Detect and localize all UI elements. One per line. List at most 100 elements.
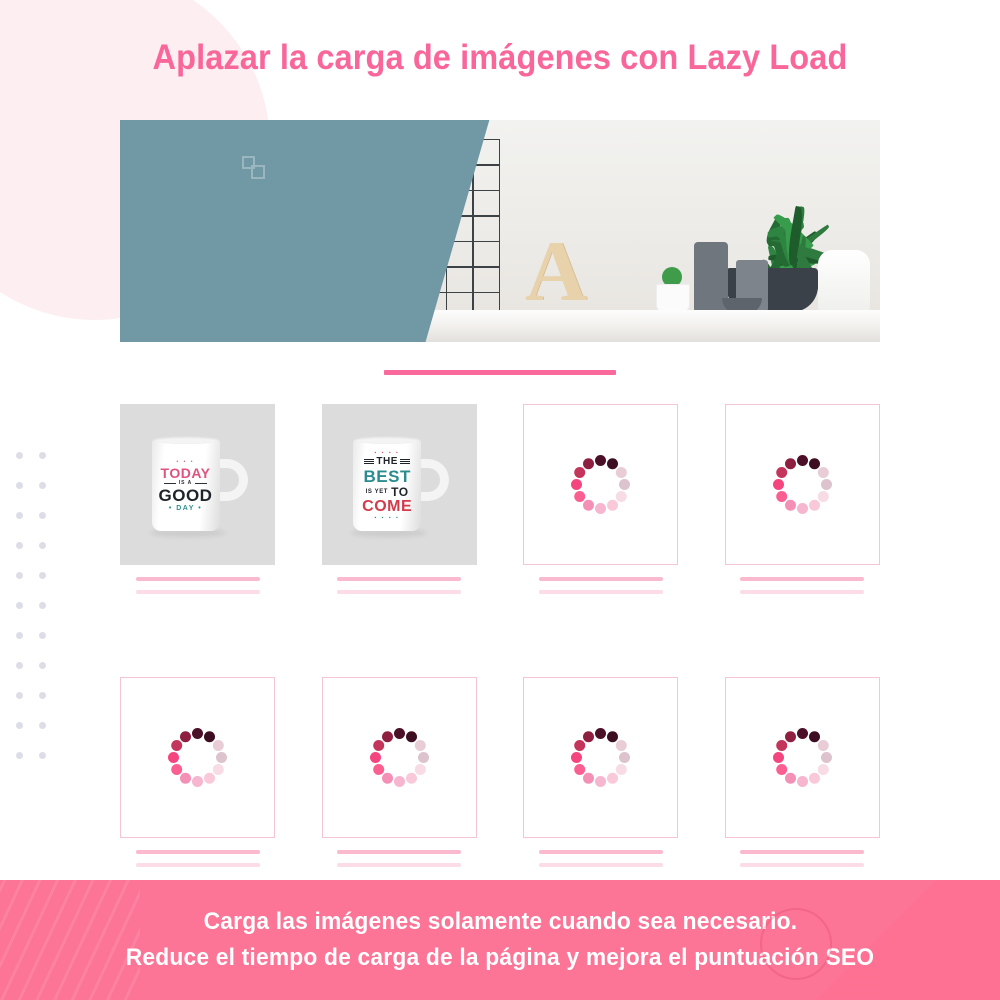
spinner-dot — [776, 740, 788, 751]
product-caption-placeholder — [120, 838, 275, 867]
caption-bar-primary — [337, 850, 462, 854]
spinner-dot — [192, 728, 203, 739]
spinner-dot — [817, 491, 829, 502]
mug-print: ▪ ▪ ▪ ▪ THE BEST IS YET TO COME ▪ ▪ ▪ ▪ — [357, 450, 417, 521]
product-image-placeholder[interactable] — [523, 677, 679, 838]
lazy-load-spinner — [770, 453, 834, 517]
spinner-dot — [784, 499, 796, 511]
product-caption-placeholder — [120, 565, 275, 594]
mug-print-dots-bottom: ▪ ▪ ▪ ▪ — [374, 514, 400, 521]
caption-bar-primary — [135, 577, 260, 581]
mug-print-line-3: IS YET TO — [365, 484, 409, 499]
spinner-dot — [168, 752, 179, 763]
decorative-dot — [39, 601, 46, 609]
spinner-dot — [808, 499, 820, 511]
lazy-load-spinner — [166, 726, 230, 790]
caption-bar-secondary — [337, 863, 462, 867]
decorative-dot — [39, 631, 46, 639]
product-card[interactable]: • • • TODAY IS A GOOD • DAY • — [120, 404, 275, 594]
caption-bar-secondary — [135, 590, 260, 594]
product-image-placeholder[interactable] — [120, 677, 275, 838]
mug-rim — [151, 435, 220, 444]
decorative-dot — [16, 451, 23, 459]
product-image[interactable]: ▪ ▪ ▪ ▪ THE BEST IS YET TO COME ▪ ▪ ▪ ▪ — [321, 404, 477, 565]
spinner-dot — [417, 752, 429, 763]
spinner-dot — [574, 764, 586, 775]
decorative-dot — [39, 451, 46, 459]
mug-rim — [353, 435, 422, 444]
product-image-placeholder[interactable] — [523, 404, 679, 565]
spinner-dot — [372, 764, 384, 775]
decorative-dot — [16, 721, 23, 729]
spinner-dot — [772, 479, 784, 490]
lazy-load-spinner — [367, 726, 431, 790]
lazy-load-spinner — [770, 726, 834, 790]
product-card[interactable] — [120, 677, 275, 867]
spinner-dot — [381, 731, 393, 743]
wooden-letter-a: A — [525, 223, 588, 319]
product-image-placeholder[interactable] — [321, 677, 477, 838]
spinner-dot — [405, 772, 417, 784]
mug-print-line-1: TODAY — [160, 464, 211, 481]
spinner-dot — [212, 764, 224, 775]
cactus-pot — [656, 284, 690, 312]
decorative-dot — [39, 571, 46, 579]
page-title: Aplazar la carga de imágenes con Lazy Lo… — [152, 38, 848, 77]
spinner-dot — [820, 479, 832, 490]
lazy-load-spinner — [569, 453, 633, 517]
spinner-dot — [414, 764, 426, 775]
product-card[interactable] — [321, 677, 477, 867]
mug-print-line-4: • DAY • — [168, 504, 203, 512]
decorative-dot — [39, 511, 46, 519]
spinner-dot — [776, 764, 788, 775]
product-card[interactable]: ▪ ▪ ▪ ▪ THE BEST IS YET TO COME ▪ ▪ ▪ ▪ — [321, 404, 477, 594]
spinner-dot — [204, 731, 215, 743]
spinner-dot — [619, 752, 631, 763]
spinner-dot — [414, 740, 426, 751]
white-vase — [818, 250, 870, 312]
spinner-dot — [607, 499, 619, 511]
decorative-dot — [39, 541, 46, 549]
mug-print-line-2: BEST — [363, 466, 411, 486]
spinner-dot — [180, 772, 191, 784]
decorative-dot — [16, 511, 23, 519]
spinner-dot — [571, 479, 583, 490]
spinner-dot — [607, 772, 619, 784]
mug-illustration: ▪ ▪ ▪ ▪ THE BEST IS YET TO COME ▪ ▪ ▪ ▪ — [343, 435, 455, 537]
spinner-dot — [192, 776, 203, 787]
caption-bar-primary — [135, 850, 260, 854]
spinner-dot — [607, 731, 619, 743]
product-card[interactable] — [724, 677, 880, 867]
product-card[interactable] — [724, 404, 880, 594]
product-card[interactable] — [523, 677, 679, 867]
spinner-dot — [796, 455, 808, 466]
product-image[interactable]: • • • TODAY IS A GOOD • DAY • — [120, 404, 275, 565]
decorative-dot — [16, 631, 23, 639]
spinner-dot — [204, 772, 215, 784]
decorative-footer-ring — [760, 908, 832, 980]
spinner-dot — [772, 752, 784, 763]
spinner-dot — [595, 776, 607, 787]
caption-bar-secondary — [538, 590, 663, 594]
spinner-dot — [796, 776, 808, 787]
spinner-dot — [393, 776, 405, 787]
placeholder-square-bottom — [251, 165, 265, 179]
mug-print: • • • TODAY IS A GOOD • DAY • — [156, 451, 216, 521]
product-image-placeholder[interactable] — [724, 677, 880, 838]
spinner-dot — [381, 772, 393, 784]
spinner-dot — [595, 503, 607, 514]
decorative-dot — [16, 541, 23, 549]
footer-banner: Carga las imágenes solamente cuando sea … — [0, 880, 1000, 1000]
product-card[interactable] — [523, 404, 679, 594]
decorative-dot — [16, 571, 23, 579]
spinner-dot — [212, 740, 224, 751]
spinner-dot — [180, 731, 191, 743]
spinner-dot — [817, 467, 829, 478]
spinner-dot — [216, 752, 227, 763]
hero-banner: A — [120, 120, 880, 342]
decorative-dot — [39, 691, 46, 699]
mug-illustration: • • • TODAY IS A GOOD • DAY • — [142, 435, 254, 537]
decorative-dot — [39, 481, 46, 489]
spinner-dot — [619, 479, 631, 490]
product-image-placeholder[interactable] — [724, 404, 880, 565]
